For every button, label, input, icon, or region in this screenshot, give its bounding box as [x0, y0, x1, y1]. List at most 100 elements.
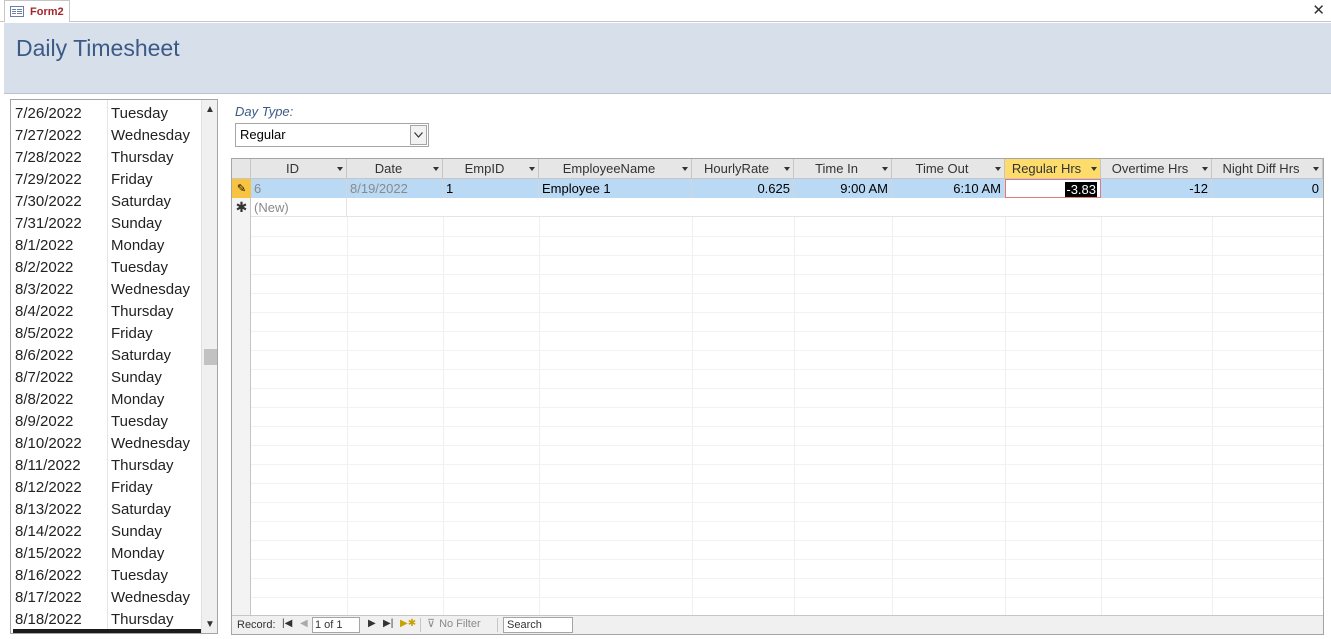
previous-record-icon[interactable]: ◀	[300, 618, 308, 629]
date-value: 8/9/2022	[15, 413, 74, 430]
date-value: 7/26/2022	[15, 105, 82, 122]
weekday-value: Monday	[111, 545, 165, 562]
sort-dropdown-icon[interactable]	[784, 167, 790, 171]
divider	[497, 618, 498, 632]
list-item[interactable]: 8/5/2022 Friday	[11, 322, 203, 344]
list-item[interactable]: 8/6/2022 Saturday	[11, 344, 203, 366]
table-cell[interactable]: 0.625	[692, 179, 794, 198]
sort-dropdown-icon[interactable]	[1202, 167, 1208, 171]
sort-dropdown-icon[interactable]	[1313, 167, 1319, 171]
list-item[interactable]: 8/15/2022 Monday	[11, 542, 203, 564]
sort-dropdown-icon[interactable]	[882, 167, 888, 171]
search-input[interactable]: Search	[503, 617, 573, 633]
column-header[interactable]: Regular Hrs	[1005, 159, 1101, 179]
new-record-row[interactable]: (New)	[251, 198, 1323, 217]
column-header[interactable]: ID	[251, 159, 347, 179]
list-item[interactable]: 7/31/2022 Sunday	[11, 212, 203, 234]
weekday-value: Wednesday	[111, 127, 190, 144]
list-item[interactable]: 8/18/2022 Thursday	[11, 608, 203, 630]
active-cell[interactable]: -3.83	[1005, 179, 1101, 198]
list-item[interactable]: 8/9/2022 Tuesday	[11, 410, 203, 432]
grid-line	[251, 597, 1323, 598]
select-all-corner[interactable]	[232, 159, 251, 179]
grid-line	[1212, 217, 1213, 616]
date-value: 8/7/2022	[15, 369, 74, 386]
record-selector-column	[232, 159, 251, 616]
sort-dropdown-icon[interactable]	[1091, 167, 1097, 171]
first-record-icon[interactable]: |◀	[282, 618, 292, 629]
chevron-up-icon[interactable]: ▲	[202, 102, 217, 118]
table-cell[interactable]: -12	[1101, 179, 1212, 198]
new-record-cell[interactable]: (New)	[251, 198, 347, 217]
sort-dropdown-icon[interactable]	[995, 167, 1001, 171]
table-cell[interactable]: 6	[251, 179, 347, 198]
next-record-icon[interactable]: ▶	[368, 618, 376, 629]
list-item[interactable]: 8/16/2022 Tuesday	[11, 564, 203, 586]
sort-dropdown-icon[interactable]	[529, 167, 535, 171]
list-item[interactable]: 8/13/2022 Saturday	[11, 498, 203, 520]
column-header-label: Time Out	[915, 161, 969, 176]
column-header[interactable]: Time Out	[892, 159, 1005, 179]
column-header-label: Regular Hrs	[1011, 161, 1082, 176]
table-cell[interactable]: 0	[1212, 179, 1323, 198]
table-cell[interactable]: 1	[443, 179, 539, 198]
selected-cell-text: -3.83	[1065, 182, 1097, 197]
day-type-combobox[interactable]: Regular	[235, 123, 429, 147]
table-cell[interactable]: 9:00 AM	[794, 179, 892, 198]
list-item[interactable]: 7/28/2022 Thursday	[11, 146, 203, 168]
weekday-value: Thursday	[111, 611, 174, 628]
list-item[interactable]: 8/17/2022 Wednesday	[11, 586, 203, 608]
list-item[interactable]: 8/3/2022 Wednesday	[11, 278, 203, 300]
last-record-icon[interactable]: ▶|	[383, 618, 393, 629]
column-header[interactable]: EmpID	[443, 159, 539, 179]
close-icon[interactable]: ✕	[1312, 1, 1325, 21]
record-position-input[interactable]: 1 of 1	[312, 617, 360, 633]
grid-line	[251, 559, 1323, 560]
tab-form2[interactable]: Form2	[4, 0, 70, 22]
sort-dropdown-icon[interactable]	[433, 167, 439, 171]
list-item[interactable]: 8/7/2022 Sunday	[11, 366, 203, 388]
list-item[interactable]: 7/27/2022 Wednesday	[11, 124, 203, 146]
new-record-icon[interactable]: ▶✱	[400, 618, 416, 629]
column-header-label: Overtime Hrs	[1111, 161, 1189, 176]
chevron-down-icon[interactable]: ▼	[202, 617, 217, 633]
list-item[interactable]: 8/1/2022 Monday	[11, 234, 203, 256]
date-listbox[interactable]: 7/26/2022 Tuesday 7/27/2022 Wednesday 7/28/2…	[10, 99, 218, 634]
table-cell[interactable]: Employee 1	[539, 179, 692, 198]
column-header[interactable]: Date	[347, 159, 443, 179]
column-header-label: EmpID	[464, 161, 505, 176]
column-header[interactable]: EmployeeName	[539, 159, 692, 179]
list-item[interactable]: 8/8/2022 Monday	[11, 388, 203, 410]
timesheet-datasheet[interactable]: ✎ ✱ ID Date EmpID EmployeeName HourlyRate Tim…	[231, 158, 1324, 635]
list-item[interactable]: 7/30/2022 Saturday	[11, 190, 203, 212]
column-header[interactable]: Night Diff Hrs	[1212, 159, 1323, 179]
list-item[interactable]: 8/14/2022 Sunday	[11, 520, 203, 542]
list-item[interactable]: 8/10/2022 Wednesday	[11, 432, 203, 454]
grid-line	[251, 274, 1323, 275]
column-header[interactable]: HourlyRate	[692, 159, 794, 179]
table-row[interactable]: 6 8/19/2022 1 Employee 1 0.625 9:00 AM 6:10 AM…	[251, 179, 1323, 198]
list-item[interactable]: 7/26/2022 Tuesday	[11, 102, 203, 124]
filter-button[interactable]: ⊽ No Filter	[427, 617, 481, 631]
asterisk-icon[interactable]: ✱	[232, 198, 251, 217]
list-item[interactable]: 8/4/2022 Thursday	[11, 300, 203, 322]
vertical-scrollbar[interactable]: ▲ ▼	[201, 100, 217, 633]
scrollbar-thumb[interactable]	[204, 349, 217, 365]
table-cell[interactable]: 6:10 AM	[892, 179, 1005, 198]
grid-line	[892, 217, 893, 616]
list-item[interactable]: 8/11/2022 Thursday	[11, 454, 203, 476]
list-item[interactable]: 7/29/2022 Friday	[11, 168, 203, 190]
dropdown-button[interactable]	[410, 125, 427, 145]
table-cell[interactable]: 8/19/2022	[347, 179, 443, 198]
sort-dropdown-icon[interactable]	[337, 167, 343, 171]
date-value: 8/16/2022	[15, 567, 82, 584]
sort-dropdown-icon[interactable]	[682, 167, 688, 171]
weekday-value: Thursday	[111, 149, 174, 166]
date-value: 7/29/2022	[15, 171, 82, 188]
list-item[interactable]: 8/12/2022 Friday	[11, 476, 203, 498]
list-item[interactable]: 8/2/2022 Tuesday	[11, 256, 203, 278]
grid-line	[539, 217, 540, 616]
pencil-icon[interactable]: ✎	[232, 179, 251, 198]
column-header[interactable]: Overtime Hrs	[1101, 159, 1212, 179]
column-header[interactable]: Time In	[794, 159, 892, 179]
